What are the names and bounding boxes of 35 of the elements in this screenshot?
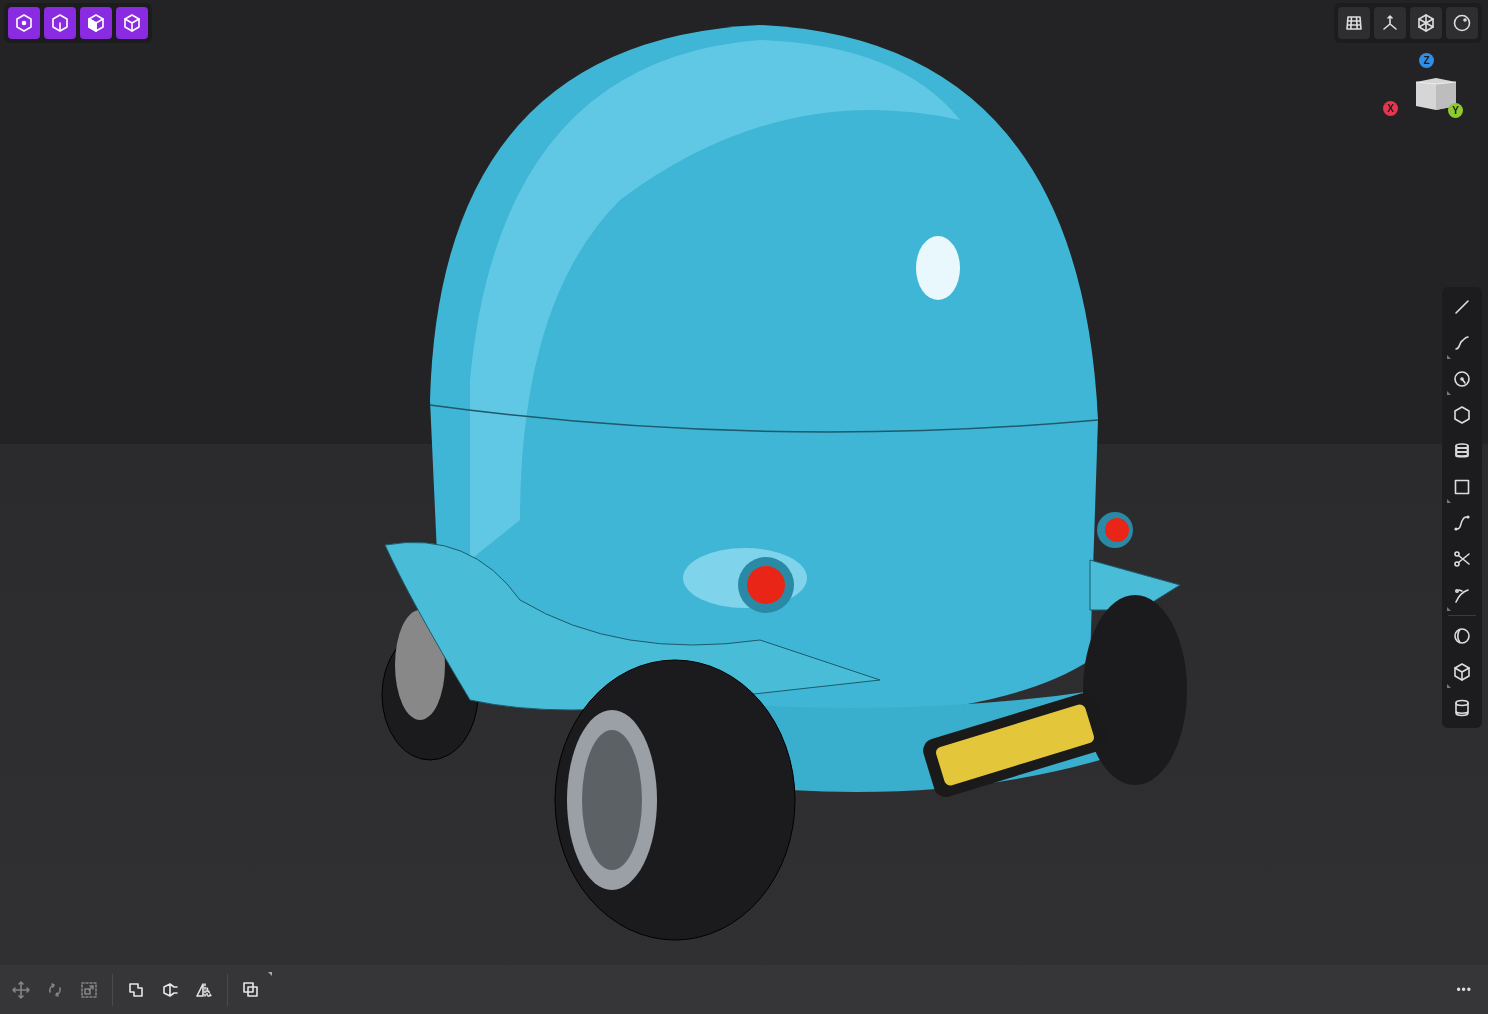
curve-icon [1452,333,1472,353]
body-mode-icon [122,13,142,33]
face-mode-button[interactable] [80,7,112,39]
grid-icon [1344,13,1364,33]
face-mode-icon [86,13,106,33]
box-icon [1452,662,1472,682]
edge-mode-icon [50,13,70,33]
body-mode-button[interactable] [116,7,148,39]
line-icon [1452,297,1472,317]
axes-icon [1380,13,1400,33]
duplicate-icon [241,979,261,1000]
scale-icon [79,979,99,1000]
axis-label[interactable]: X [1383,101,1398,116]
vertex-mode-icon [14,13,34,33]
3d-viewport[interactable]: Z X Y [0,0,1488,965]
spline-icon [1452,513,1472,533]
hexagon-icon [1452,405,1472,425]
vertex-mode-button[interactable] [8,7,40,39]
axes-toggle[interactable] [1374,7,1406,39]
sphere-toggle[interactable] [1446,7,1478,39]
grid-toggle[interactable] [1338,7,1370,39]
scissors-icon [1452,549,1472,569]
coil-icon [1452,441,1472,461]
wireframe-toggle[interactable] [1410,7,1442,39]
revolve-icon [1452,626,1472,646]
cylinder-icon [1452,698,1472,718]
circle-icon [1452,369,1472,389]
sphere-icon [1452,13,1472,33]
wireframe-icon [1416,13,1436,33]
axis-label[interactable]: Y [1448,103,1463,118]
rectangle-icon [1452,477,1472,497]
more-options-button[interactable]: ••• [1452,978,1476,1001]
edge-mode-button[interactable] [44,7,76,39]
move-arrows-icon [11,979,31,1000]
axis-label[interactable]: Z [1419,53,1434,68]
